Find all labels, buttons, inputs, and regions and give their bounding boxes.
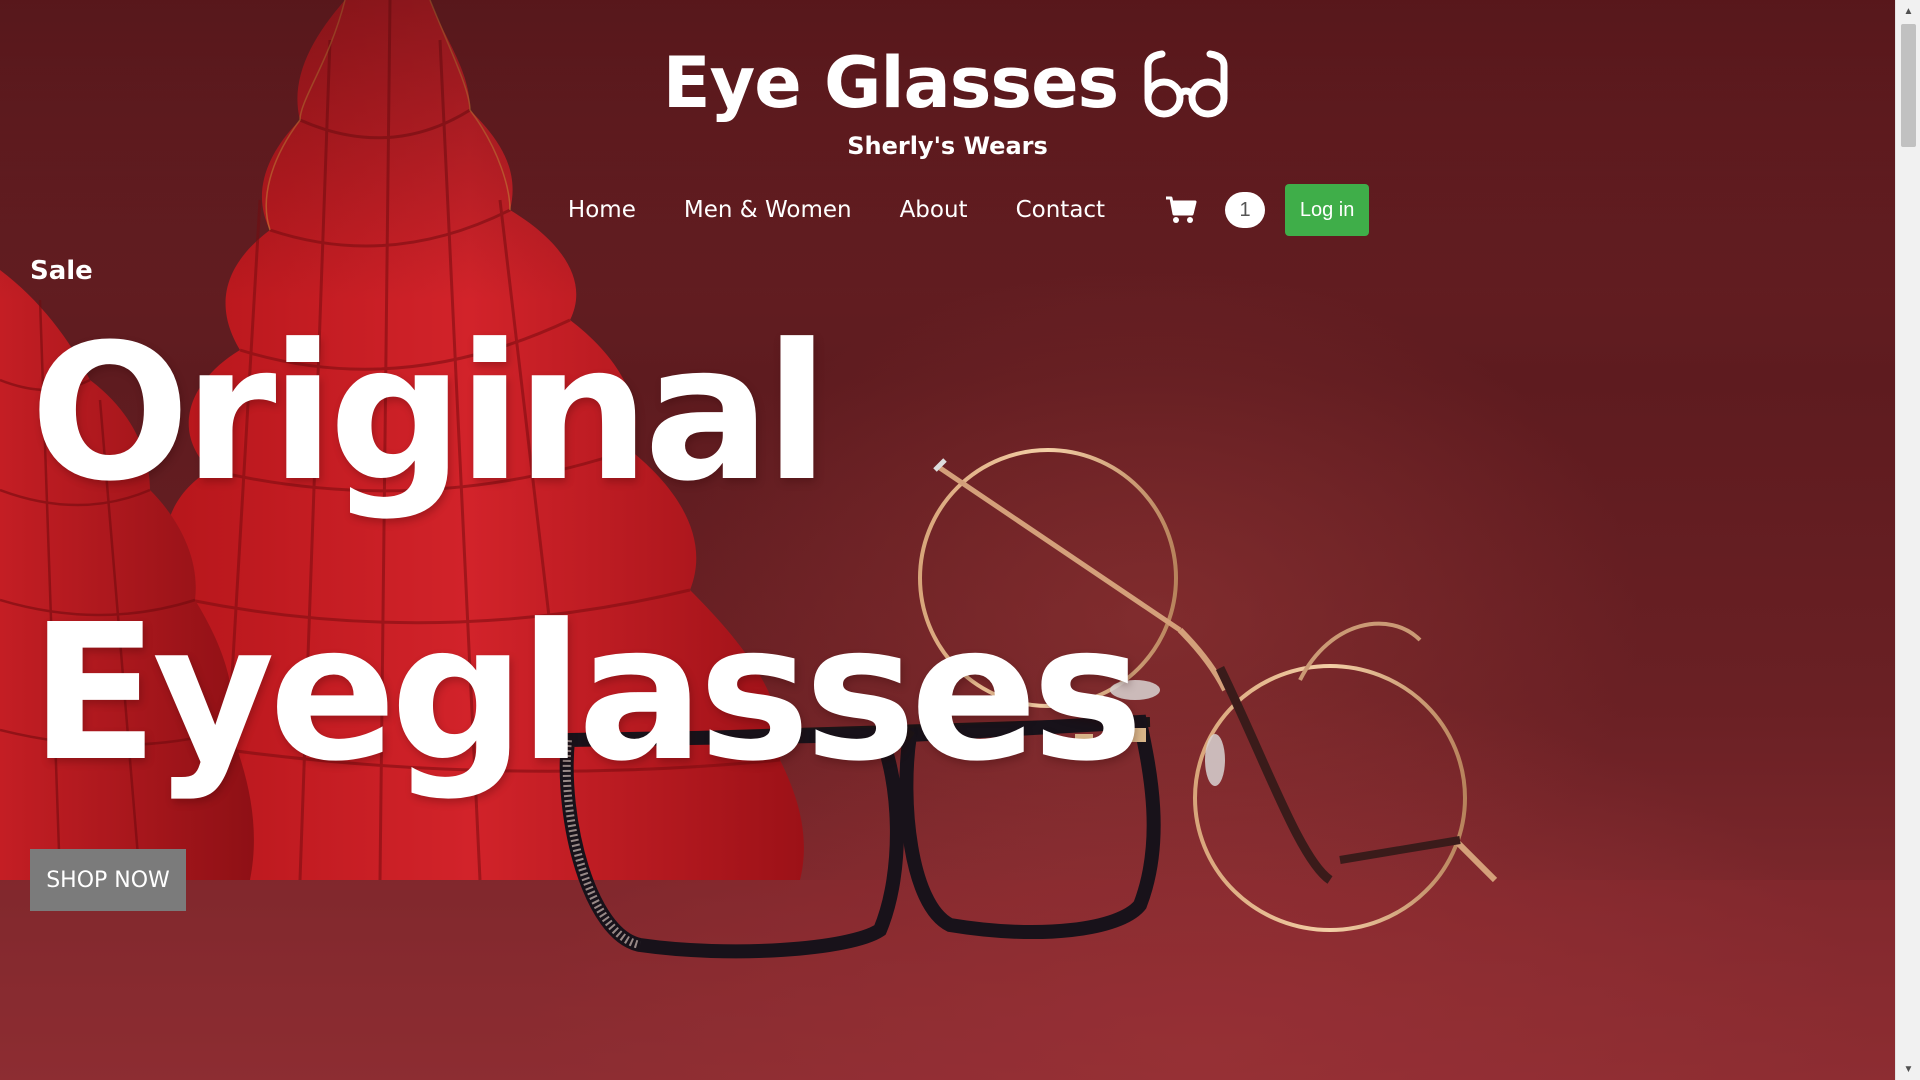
eyeglasses-icon xyxy=(1144,50,1228,118)
shop-now-button[interactable]: SHOP NOW xyxy=(30,849,186,911)
hero-background-image xyxy=(0,0,1895,1080)
site-title-text: Eye Glasses xyxy=(662,42,1119,124)
hero-section: Eye Glasses Sherly's Wears Home Men & Wo… xyxy=(0,0,1895,1080)
scroll-up-arrow-icon[interactable]: ▲ xyxy=(1896,0,1920,22)
sale-label: Sale xyxy=(30,256,93,286)
site-title: Eye Glasses xyxy=(663,38,1232,128)
nav-bar: Home Men & Women About Contact 1 Log in xyxy=(568,184,1370,236)
site-subtitle: Sherly's Wears xyxy=(847,132,1048,160)
cart-count-badge: 1 xyxy=(1225,192,1266,228)
vertical-scrollbar[interactable]: ▲ ▼ xyxy=(1895,0,1920,1080)
shopping-cart-icon[interactable] xyxy=(1165,195,1197,225)
site-header: Eye Glasses Sherly's Wears xyxy=(0,38,1895,160)
nav-link-men-women[interactable]: Men & Women xyxy=(684,197,852,223)
hero-headline-line1: Original xyxy=(30,304,829,523)
nav-link-home[interactable]: Home xyxy=(568,197,636,223)
main-nav: Home Men & Women About Contact 1 Log in xyxy=(0,184,1895,236)
login-button[interactable]: Log in xyxy=(1285,184,1370,236)
scrollbar-thumb[interactable] xyxy=(1901,24,1916,147)
nav-link-contact[interactable]: Contact xyxy=(1016,197,1105,223)
hero-headline-line2: Eyeglasses xyxy=(30,584,1144,803)
nav-link-about[interactable]: About xyxy=(900,197,968,223)
scroll-down-arrow-icon[interactable]: ▼ xyxy=(1896,1058,1920,1080)
